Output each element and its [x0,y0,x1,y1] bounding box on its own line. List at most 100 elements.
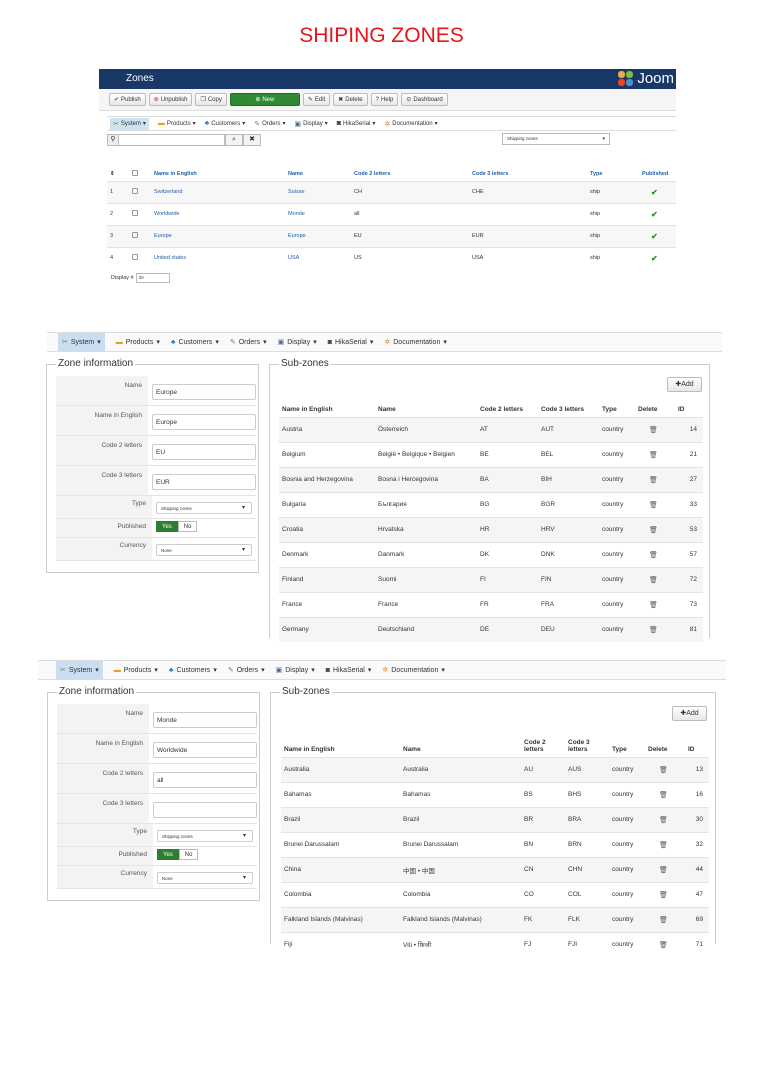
menu-item-customers[interactable]: ♣ Customers ▾ [169,661,217,679]
menu-item-hikaserial[interactable]: ◙ HikaSerial ▾ [337,120,376,127]
trash-icon[interactable]: 🗑 [649,552,658,559]
published-yes-button[interactable]: Yes [157,849,179,860]
select-all-checkbox[interactable] [132,169,138,176]
search-input[interactable] [119,133,225,146]
menu-item-products[interactable]: ▬ Products ▾ [116,333,160,351]
published-toggle[interactable]: Yes No [157,849,257,860]
published-no-button[interactable]: No [177,521,198,532]
edit-button[interactable]: ✎ Edit [302,93,331,106]
new-button[interactable]: ⊕ New [229,93,300,106]
menu-item-documentation[interactable]: ✲ Documentation ▾ [384,120,437,128]
name-link[interactable]: Monde [288,211,305,217]
menu-item-products[interactable]: ▬ Products ▾ [114,661,158,679]
search-button[interactable]: ⌕ [225,133,243,146]
trash-icon[interactable]: 🗑 [659,917,668,924]
delete-button[interactable]: ✖ Delete [333,93,368,106]
trash-icon[interactable]: 🗑 [659,767,668,774]
code2-input[interactable]: all [153,772,257,788]
menu-item-products[interactable]: ▬ Products ▾ [158,120,196,127]
name-en-link[interactable]: Switzerland [154,189,182,195]
column-header[interactable]: Code 2 letters [351,167,469,181]
menu-item-system[interactable]: ✂ System ▾ [58,333,105,351]
trash-icon[interactable]: 🗑 [649,627,658,634]
name-link[interactable]: Europe [288,233,306,239]
menu-item-customers[interactable]: ♣ Customers ▾ [205,120,246,127]
name-cell: Europe [285,224,351,247]
trash-icon[interactable]: 🗑 [649,427,658,434]
code3-input[interactable]: EUR [152,474,256,490]
published-check-icon[interactable]: ✔ [651,210,658,219]
currency-select[interactable]: None [157,872,253,884]
column-header[interactable]: Type [587,167,639,181]
field-cell: Shipping zones [152,496,256,518]
name-input[interactable]: Europe [152,384,256,400]
name-en-link[interactable]: Europe [154,233,172,239]
name-en-link[interactable]: United states [154,255,186,261]
menu-item-documentation[interactable]: ✲ Documentation ▾ [382,661,444,679]
publish-button[interactable]: ✔ Publish [109,93,146,106]
name-input[interactable]: Monde [153,712,257,728]
row-checkbox[interactable] [132,210,138,216]
published-check-icon[interactable]: ✔ [651,232,658,241]
unpublish-button[interactable]: ⊗ Unpublish [148,93,193,106]
name-en-link[interactable]: Worldwide [154,211,180,217]
column-header[interactable]: Name in English [151,167,285,181]
published-yes-button[interactable]: Yes [156,521,178,532]
display-limit-select[interactable]: 20 [135,273,170,283]
trash-icon[interactable]: 🗑 [659,842,668,849]
menu-item-display[interactable]: ▣ Display ▾ [276,661,315,679]
column-header[interactable]: Name [285,167,351,181]
name-en-input[interactable]: Worldwide [153,742,257,758]
published-no-button[interactable]: No [178,849,199,860]
published-check-icon[interactable]: ✔ [651,254,658,263]
trash-icon[interactable]: 🗑 [649,477,658,484]
menu-item-display[interactable]: ▣ Display ▾ [278,333,317,351]
sort-icon[interactable]: ⇕ [110,171,115,177]
column-header[interactable]: Published [639,167,676,181]
menu-item-system[interactable]: ✂ System ▾ [110,117,149,130]
name-link[interactable]: Suisse [288,189,305,195]
published-check-icon[interactable]: ✔ [651,188,658,197]
trash-icon[interactable]: 🗑 [649,577,658,584]
row-checkbox[interactable] [132,254,138,261]
code2-input[interactable]: EU [152,444,256,460]
menu-item-hikaserial[interactable]: ◙ HikaSerial ▾ [328,333,374,351]
add-subzone-button[interactable]: ✚Add [672,706,707,721]
row-checkbox[interactable] [132,188,138,194]
trash-icon[interactable]: 🗑 [659,817,668,824]
menu-item-display[interactable]: ▣ Display ▾ [294,120,327,128]
table-row: Bosnia and Herzegovina Bosna i Hercegovin… [279,466,703,492]
type-select[interactable]: Shipping zones [156,502,252,514]
clear-button[interactable]: ✖ [243,133,261,146]
code3-input[interactable] [153,802,257,818]
trash-icon[interactable]: 🗑 [649,527,658,534]
trash-icon[interactable]: 🗑 [649,452,658,459]
dashboard-button[interactable]: ⊙ Dashboard [401,93,448,106]
menu-item-customers[interactable]: ♣ Customers ▾ [171,333,219,351]
trash-icon[interactable]: 🗑 [659,792,668,799]
column-header[interactable]: Code 3 letters [469,167,587,181]
trash-icon[interactable]: 🗑 [659,867,668,874]
trash-icon[interactable]: 🗑 [649,602,658,609]
copy-button[interactable]: ❐ Copy [195,93,227,106]
type-select[interactable]: Shipping zones [157,830,253,842]
menu-item-system[interactable]: ✂ System ▾ [56,661,103,679]
help-button[interactable]: ? Help [370,93,399,106]
menu-item-orders[interactable]: ✎ Orders ▾ [254,120,285,128]
menu-item-hikaserial[interactable]: ◙ HikaSerial ▾ [326,661,372,679]
zone-type-select[interactable]: Shipping zones [502,133,610,145]
currency-select[interactable]: None [156,544,252,556]
name-link[interactable]: USA [288,255,299,261]
published-toggle[interactable]: Yes No [156,521,256,532]
menu-item-orders[interactable]: ✎ Orders ▾ [228,661,265,679]
trash-icon[interactable]: 🗑 [659,942,668,949]
add-subzone-button[interactable]: ✚Add [667,377,702,392]
row-checkbox-cell [129,224,151,247]
trash-icon[interactable]: 🗑 [649,502,658,509]
menu-item-documentation[interactable]: ✲ Documentation ▾ [384,333,446,351]
trash-icon[interactable]: 🗑 [659,892,668,899]
row-checkbox[interactable] [132,232,138,238]
sub-zones-legend: Sub-zones [279,358,331,369]
menu-item-orders[interactable]: ✎ Orders ▾ [230,333,267,351]
name-en-input[interactable]: Europe [152,414,256,430]
